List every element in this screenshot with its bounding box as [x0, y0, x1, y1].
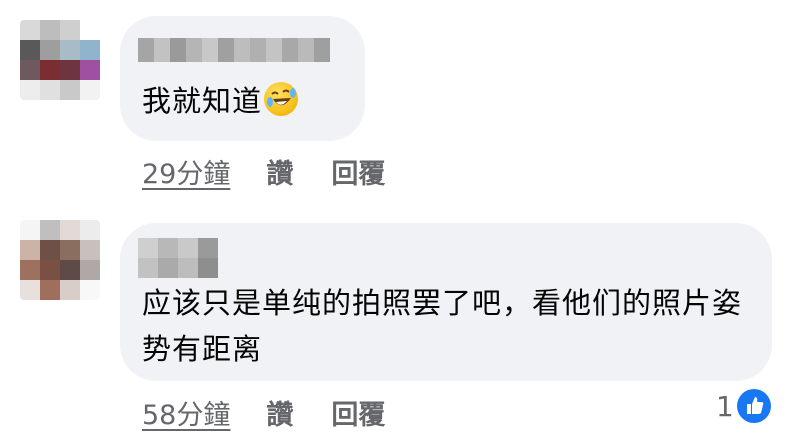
thumbs-up-icon — [736, 389, 771, 423]
avatar[interactable] — [20, 20, 100, 100]
reaction-summary[interactable]: 1 — [716, 389, 771, 423]
comment-text: 我就知道 — [142, 78, 299, 124]
reaction-count: 1 — [716, 389, 734, 423]
comment-actions: 58分鐘 讚 回覆 — [142, 393, 385, 432]
timestamp-link[interactable]: 29分鐘 — [142, 152, 230, 191]
like-button[interactable]: 讚 — [266, 393, 293, 432]
timestamp-link[interactable]: 58分鐘 — [142, 393, 230, 432]
like-button[interactable]: 讚 — [266, 152, 293, 191]
commenter-name-blurred[interactable] — [138, 238, 218, 278]
avatar[interactable] — [20, 220, 100, 300]
rolling-on-floor-laughing-icon — [264, 82, 299, 116]
comment-text-content: 我就知道 — [142, 84, 263, 118]
reply-button[interactable]: 回覆 — [331, 152, 385, 191]
comment-actions: 29分鐘 讚 回覆 — [142, 152, 385, 191]
comment-text: 应该只是单纯的拍照罢了吧，看他们的照片姿势有距离 — [142, 286, 743, 366]
commenter-name-blurred[interactable] — [138, 38, 330, 62]
reply-button[interactable]: 回覆 — [331, 393, 385, 432]
